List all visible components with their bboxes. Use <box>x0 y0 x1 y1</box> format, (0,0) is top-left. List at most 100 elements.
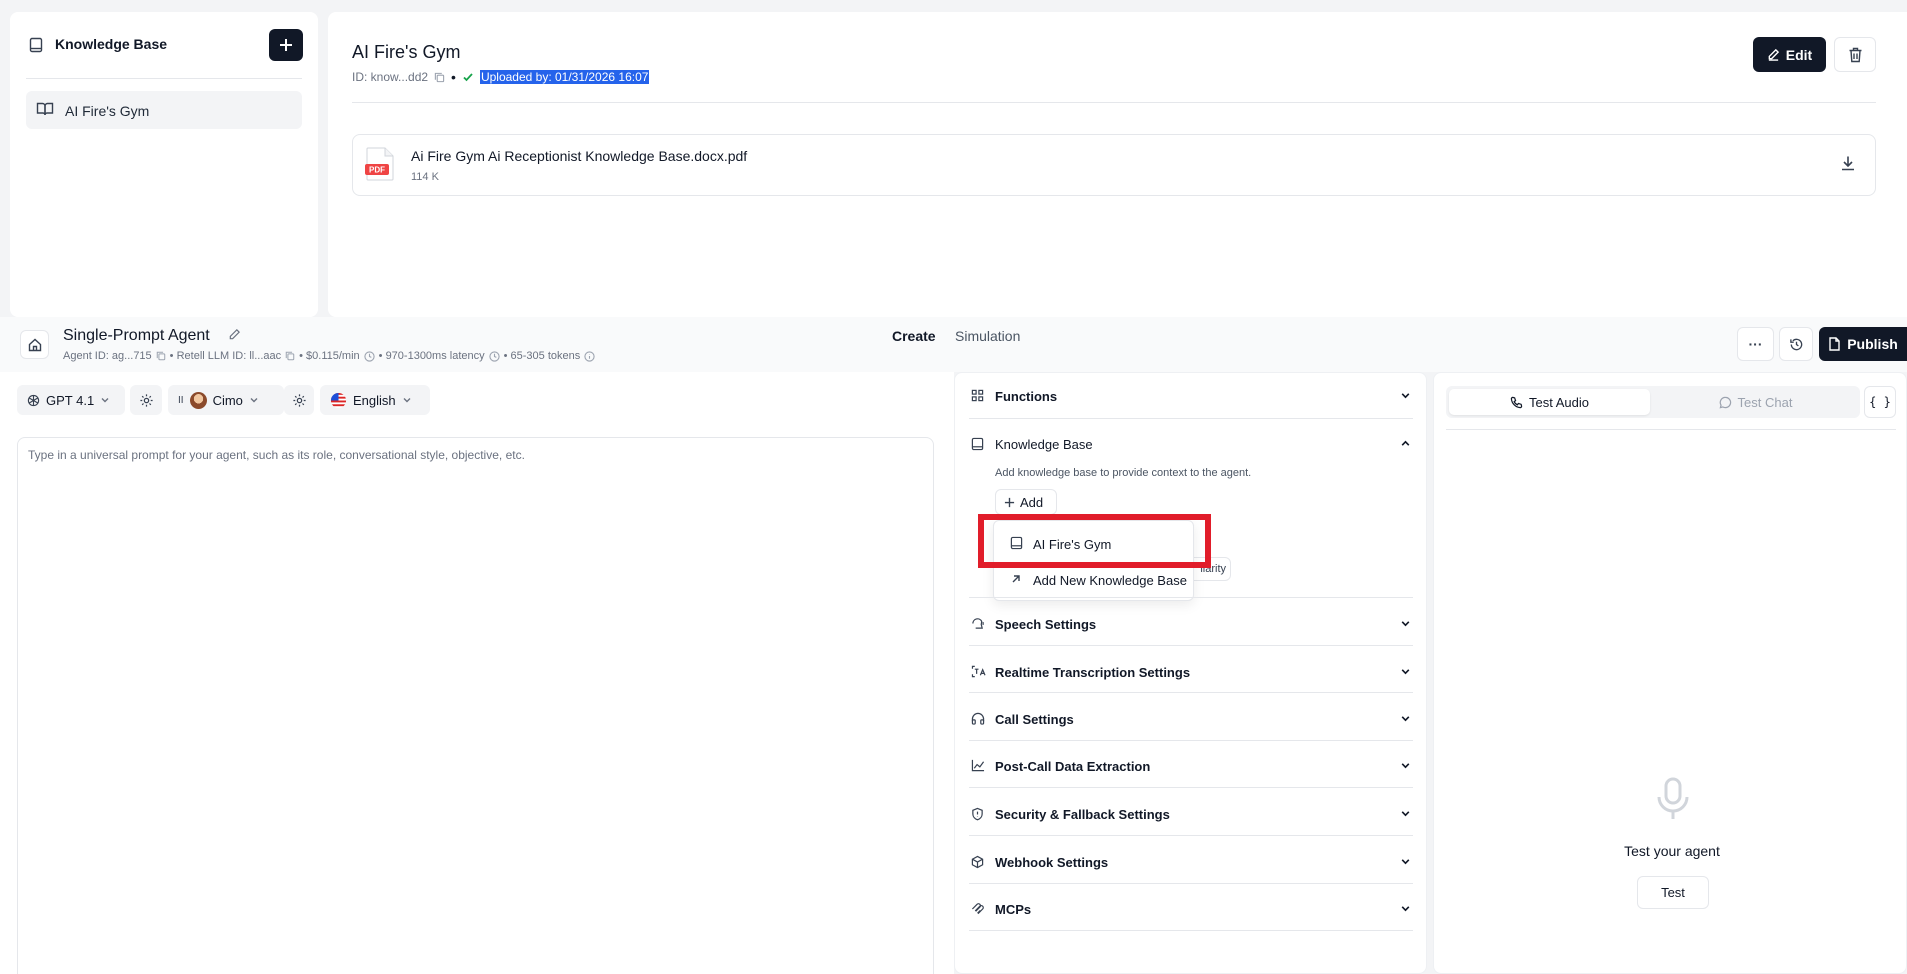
section-speech-settings[interactable]: Speech Settings <box>995 617 1096 632</box>
divider <box>1446 429 1896 430</box>
gear-icon <box>139 393 153 407</box>
model-label: GPT 4.1 <box>46 392 95 408</box>
chevron-down-icon[interactable] <box>1400 713 1411 724</box>
home-button[interactable] <box>20 330 49 359</box>
chevron-down-icon <box>403 398 411 403</box>
model-settings-button[interactable] <box>130 385 162 415</box>
divider <box>352 102 1876 103</box>
book-icon <box>28 37 44 53</box>
divider <box>969 645 1413 646</box>
add-knowledge-base-button[interactable] <box>269 29 303 61</box>
chevron-up-icon[interactable] <box>1400 438 1411 449</box>
microphone-icon <box>1654 777 1692 821</box>
clock-icon <box>488 350 500 362</box>
delete-button[interactable] <box>1834 37 1876 72</box>
tab-create[interactable]: Create <box>892 328 936 344</box>
divider <box>969 883 1413 884</box>
chevron-down-icon[interactable] <box>1400 390 1411 401</box>
svg-text:PDF: PDF <box>369 166 385 175</box>
info-icon[interactable] <box>584 350 595 362</box>
webhook-icon <box>971 855 984 869</box>
divider <box>969 787 1413 788</box>
publish-button[interactable]: Publish <box>1819 327 1907 361</box>
copy-icon[interactable] <box>156 351 166 361</box>
divider <box>969 418 1413 419</box>
tab-test-chat[interactable]: Test Chat <box>1654 389 1857 415</box>
latency: • 970-1300ms latency <box>378 350 485 362</box>
download-icon[interactable] <box>1840 155 1856 171</box>
plus-icon <box>1004 497 1015 507</box>
chevron-down-icon[interactable] <box>1400 760 1411 771</box>
chevron-down-icon[interactable] <box>1400 666 1411 677</box>
kb-add-button[interactable]: Add <box>995 489 1057 515</box>
voice-settings-button[interactable] <box>284 385 314 415</box>
tab-test-audio-label: Test Audio <box>1529 394 1589 410</box>
kb-meta: ID: know...dd2 • Uploaded by: 01/31/2026… <box>352 69 650 85</box>
chevron-down-icon[interactable] <box>1400 903 1411 914</box>
section-realtime-transcription[interactable]: Realtime Transcription Settings <box>995 665 1190 680</box>
divider <box>969 930 1413 931</box>
mcp-icon <box>971 902 985 916</box>
llm-id: • Retell LLM ID: ll...aac <box>169 350 282 362</box>
kb-file-card[interactable] <box>352 134 1876 196</box>
code-button[interactable]: { } <box>1864 386 1896 418</box>
uploaded-by-text: Uploaded by: 01/31/2026 16:07 <box>479 70 650 84</box>
kb-add-label: Add <box>1020 494 1044 510</box>
voice-avatar <box>189 391 207 409</box>
chevron-down-icon[interactable] <box>1400 808 1411 819</box>
copy-icon[interactable] <box>434 72 445 83</box>
chevron-down-icon[interactable] <box>1400 856 1411 867</box>
history-button[interactable] <box>1779 327 1813 361</box>
chevron-down-icon[interactable] <box>1400 618 1411 629</box>
tab-simulation[interactable]: Simulation <box>955 328 1020 344</box>
section-functions[interactable]: Functions <box>995 389 1057 404</box>
kb-file-size: 114 K <box>411 171 439 183</box>
red-highlight-box <box>978 514 1211 568</box>
more-icon: ··· <box>1748 336 1763 352</box>
divider <box>969 692 1413 693</box>
voice-prefix: II <box>178 394 184 406</box>
dropdown-item-add-new-knowledge-base[interactable]: Add New Knowledge Base <box>1033 573 1187 588</box>
divider <box>26 78 302 79</box>
arrow-up-right-icon <box>1010 573 1022 585</box>
plus-icon <box>280 39 292 51</box>
price: • $0.115/min <box>299 350 360 362</box>
shield-icon <box>971 807 984 821</box>
tab-test-chat-label: Test Chat <box>1737 394 1793 410</box>
grid-icon <box>971 389 984 402</box>
section-call-settings[interactable]: Call Settings <box>995 712 1074 727</box>
phone-icon <box>1510 396 1523 408</box>
section-post-call-data-extraction[interactable]: Post-Call Data Extraction <box>995 759 1150 774</box>
language-label: English <box>353 392 396 408</box>
kb-sidebar-title: Knowledge Base <box>55 36 168 52</box>
edit-button[interactable]: Edit <box>1753 37 1826 72</box>
openai-icon <box>27 394 40 406</box>
voice-select[interactable]: II Cimo <box>168 385 284 415</box>
chart-line-icon <box>971 759 985 772</box>
braces-icon: { } <box>1869 395 1891 409</box>
model-select[interactable]: GPT 4.1 <box>17 385 125 415</box>
section-mcps[interactable]: MCPs <box>995 902 1031 917</box>
section-knowledge-base[interactable]: Knowledge Base <box>995 437 1093 452</box>
pencil-icon <box>1768 48 1779 61</box>
kb-list-item-label: AI Fire's Gym <box>65 103 150 119</box>
language-select[interactable]: English <box>320 385 430 415</box>
speech-icon <box>971 617 985 630</box>
history-icon <box>1789 338 1802 350</box>
more-options-button[interactable]: ··· <box>1737 327 1774 361</box>
copy-icon[interactable] <box>285 351 295 361</box>
tab-test-audio[interactable]: Test Audio <box>1449 389 1650 415</box>
divider <box>969 835 1413 836</box>
divider <box>969 597 1413 598</box>
clock-icon <box>364 350 375 362</box>
pdf-file-icon: PDF <box>364 147 396 181</box>
test-button[interactable]: Test <box>1637 876 1709 909</box>
section-security-fallback[interactable]: Security & Fallback Settings <box>995 807 1170 822</box>
pencil-icon[interactable] <box>228 328 241 341</box>
check-icon <box>462 71 474 83</box>
chevron-down-icon <box>250 398 258 403</box>
transcription-icon <box>971 665 986 678</box>
section-webhook-settings[interactable]: Webhook Settings <box>995 855 1108 870</box>
prompt-input[interactable] <box>17 437 934 974</box>
agent-id: Agent ID: ag...715 <box>63 350 152 362</box>
